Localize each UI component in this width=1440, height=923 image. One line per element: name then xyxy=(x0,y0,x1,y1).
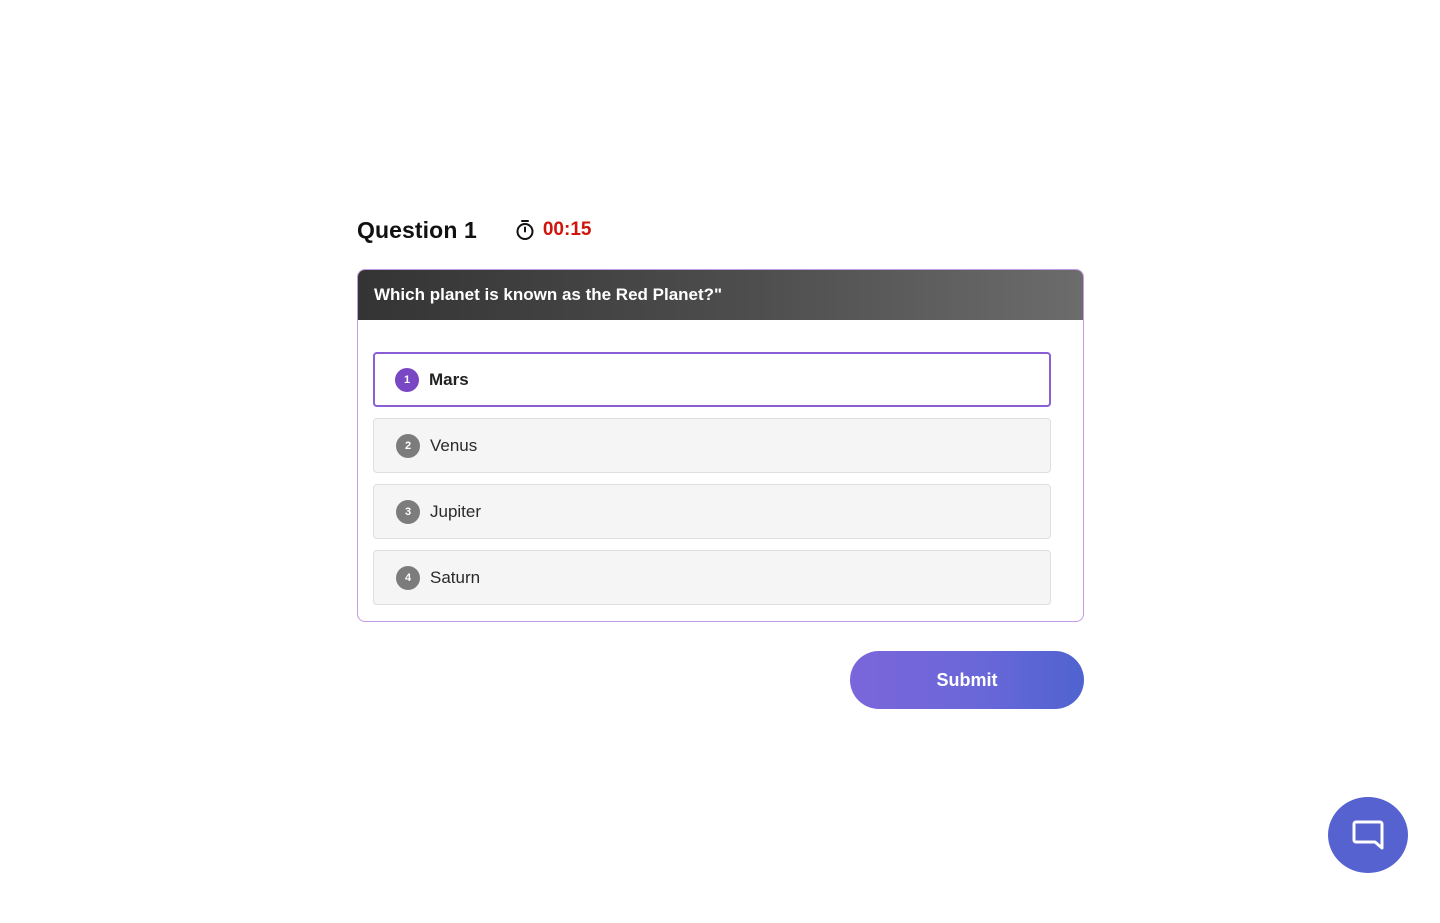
option-number-badge: 4 xyxy=(396,565,420,590)
submit-button[interactable]: Submit xyxy=(850,651,1084,709)
answer-option-saturn[interactable]: 4 Saturn xyxy=(373,550,1051,605)
option-number-badge: 1 xyxy=(395,367,419,392)
timer-value: 00:15 xyxy=(542,219,592,240)
option-label: Saturn xyxy=(430,567,481,587)
quiz-page: Question 1 00:15 Which planet is known a… xyxy=(0,0,1440,923)
question-card: Which planet is known as the Red Planet?… xyxy=(357,269,1084,622)
option-label: Jupiter xyxy=(430,501,482,521)
chat-button[interactable] xyxy=(1328,797,1408,873)
question-number: Question 1 xyxy=(357,216,477,243)
timer: 00:15 xyxy=(515,219,592,241)
option-label: Mars xyxy=(429,369,469,389)
answer-options: 1 Mars 2 Venus 3 Jupiter 4 Saturn xyxy=(373,352,1051,616)
answer-option-mars[interactable]: 1 Mars xyxy=(373,352,1051,407)
answer-option-jupiter[interactable]: 3 Jupiter xyxy=(373,484,1051,539)
option-number-badge: 3 xyxy=(396,499,420,524)
option-label: Venus xyxy=(430,435,478,455)
chat-bubble-icon xyxy=(1352,820,1384,850)
question-header: Question 1 00:15 xyxy=(357,212,591,248)
question-banner: Which planet is known as the Red Planet?… xyxy=(358,270,1083,320)
option-number-badge: 2 xyxy=(396,433,420,458)
question-text: Which planet is known as the Red Planet?… xyxy=(374,285,723,304)
answer-option-venus[interactable]: 2 Venus xyxy=(373,418,1051,473)
stopwatch-icon xyxy=(515,219,535,241)
